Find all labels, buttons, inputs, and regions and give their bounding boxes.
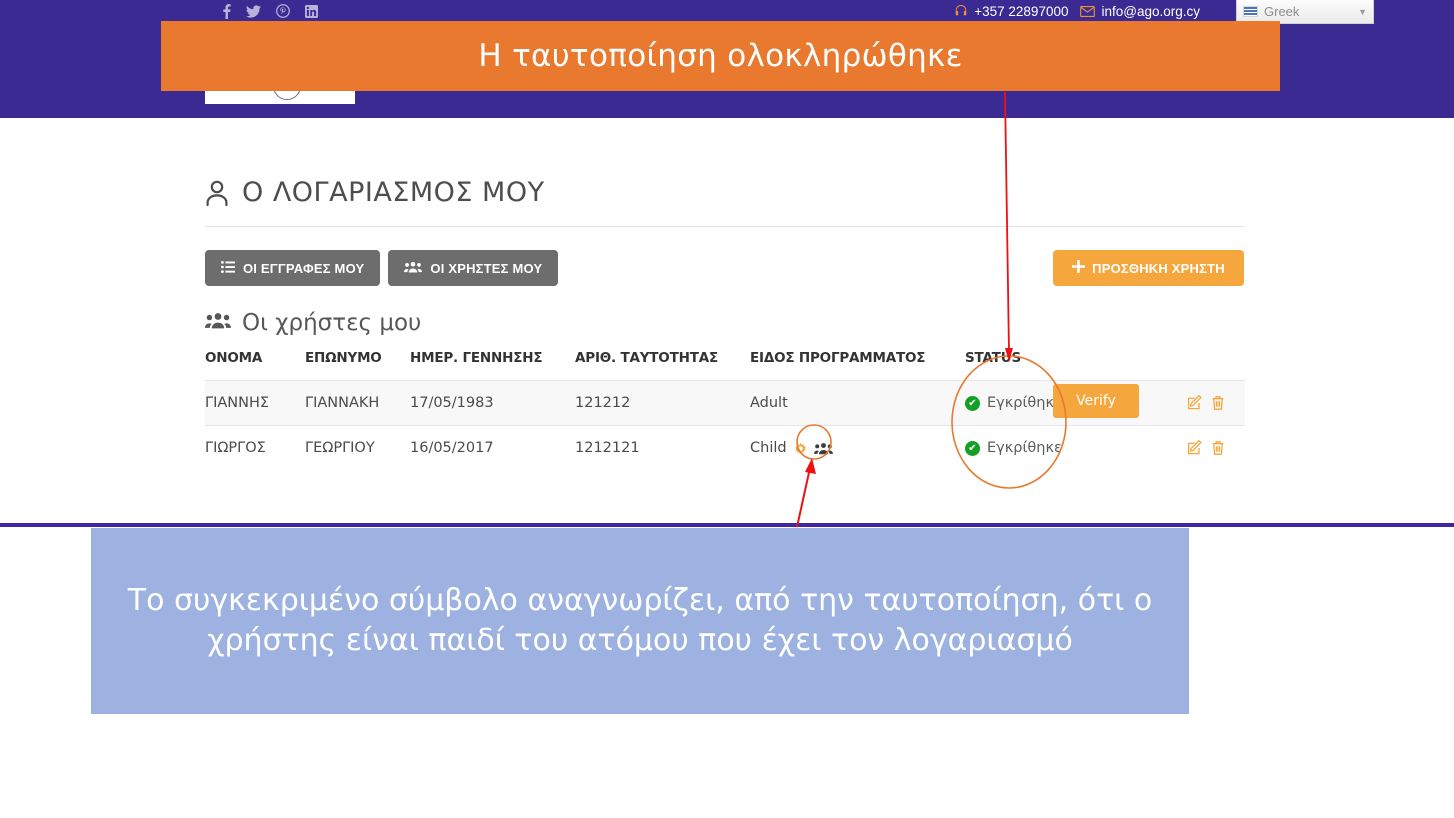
column-header-dob: ΗΜΕΡ. ΓΕΝΝΗΣΗΣ — [410, 350, 575, 381]
tab-my-registrations[interactable]: ΟΙ ΕΓΓΡΑΦΕΣ ΜΟΥ — [205, 250, 380, 286]
cell-program-label: Adult — [750, 395, 788, 411]
table-header-row: ΟΝΟΜΑ ΕΠΩΝΥΜΟ ΗΜΕΡ. ΓΕΝΝΗΣΗΣ ΑΡΙΘ. ΤΑΥΤΟ… — [205, 350, 1245, 381]
family-users-icon[interactable] — [814, 442, 833, 455]
users-icon — [205, 312, 231, 334]
cell-program: Adult — [750, 381, 965, 426]
verification-complete-text: Η ταυτοποίηση ολοκληρώθηκε — [478, 38, 962, 74]
column-header-surname: ΕΠΩΝΥΜΟ — [305, 350, 410, 381]
cell-program: Child — [750, 426, 965, 471]
column-header-program: ΕΙΔΟΣ ΠΡΟΓΡΑΜΜΑΤΟΣ — [750, 350, 965, 381]
page-title-text: Ο ΛΟΓΑΡΙΑΣΜΟΣ ΜΟΥ — [242, 177, 545, 208]
email-contact[interactable]: info@ago.org.cy — [1080, 4, 1200, 19]
language-label: Greek — [1264, 4, 1299, 19]
page-title: Ο ΛΟΓΑΡΙΑΣΜΟΣ ΜΟΥ — [205, 177, 545, 208]
chevron-down-icon: ▼ — [1358, 7, 1367, 17]
plus-icon — [1072, 260, 1085, 276]
cell-surname: ΓΙΑΝΝΑΚΗ — [305, 381, 410, 426]
cell-surname: ΓΕΩΡΓΙΟΥ — [305, 426, 410, 471]
green-check-icon: ✔ — [965, 396, 980, 411]
list-icon — [221, 261, 235, 276]
cell-program-label: Child — [750, 440, 787, 456]
column-header-id: ΑΡΙΘ. ΤΑΥΤΟΤΗΤΑΣ — [575, 350, 750, 381]
twitter-icon[interactable] — [246, 5, 261, 18]
verification-complete-banner: Η ταυτοποίηση ολοκληρώθηκε — [161, 21, 1280, 91]
cell-status-label: Εγκρίθηκε — [987, 440, 1062, 456]
pinterest-icon[interactable] — [276, 4, 290, 18]
phone-contact[interactable]: +357 22897000 — [954, 4, 1068, 19]
cell-dob: 16/05/2017 — [410, 426, 575, 471]
email-address: info@ago.org.cy — [1101, 4, 1200, 19]
headset-icon — [954, 4, 968, 18]
annotation-note: Το συγκεκριμένο σύμβολο αναγνωρίζει, από… — [91, 528, 1189, 714]
trash-icon[interactable] — [1211, 395, 1225, 411]
add-user-button[interactable]: ΠΡΟΣΘΗΚΗ ΧΡΗΣΤΗ — [1053, 250, 1244, 286]
cell-dob: 17/05/1983 — [410, 381, 575, 426]
trash-icon[interactable] — [1211, 440, 1225, 456]
add-user-button-label: ΠΡΟΣΘΗΚΗ ΧΡΗΣΤΗ — [1092, 261, 1225, 276]
cell-name: ΓΙΑΝΝΗΣ — [205, 381, 305, 426]
column-header-name: ΟΝΟΜΑ — [205, 350, 305, 381]
annotation-note-text: Το συγκεκριμένο σύμβολο αναγνωρίζει, από… — [127, 581, 1153, 661]
social-links — [222, 2, 318, 20]
gear-icon[interactable] — [793, 441, 808, 456]
edit-icon[interactable] — [1187, 440, 1203, 456]
tab-my-users-label: ΟΙ ΧΡΗΣΤΕΣ ΜΟΥ — [430, 261, 542, 276]
cell-status: ✔ Εγκρίθηκε — [965, 426, 1115, 471]
cell-actions — [1115, 426, 1245, 471]
cell-id: 121212 — [575, 381, 750, 426]
linkedin-icon[interactable] — [305, 5, 318, 18]
section-heading-text: Οι χρήστες μου — [242, 310, 421, 336]
column-header-status: STATUS — [965, 350, 1115, 381]
section-heading: Οι χρήστες μου — [205, 310, 421, 336]
column-header-actions — [1115, 350, 1245, 381]
contact-info: +357 22897000 info@ago.org.cy — [954, 2, 1200, 20]
phone-number: +357 22897000 — [974, 4, 1068, 19]
user-icon — [205, 178, 229, 208]
edit-icon[interactable] — [1187, 395, 1203, 411]
table-row: ΓΙΩΡΓΟΣ ΓΕΩΡΓΙΟΥ 16/05/2017 1212121 Chil… — [205, 426, 1245, 471]
cell-id: 1212121 — [575, 426, 750, 471]
green-check-icon: ✔ — [965, 441, 980, 456]
cell-name: ΓΙΩΡΓΟΣ — [205, 426, 305, 471]
facebook-icon[interactable] — [222, 4, 231, 19]
users-icon — [404, 261, 422, 276]
section-divider — [0, 523, 1454, 527]
title-divider — [205, 226, 1245, 227]
verify-button[interactable]: Verify — [1053, 384, 1139, 418]
tab-my-registrations-label: ΟΙ ΕΓΓΡΑΦΕΣ ΜΟΥ — [243, 261, 364, 276]
greek-flag-icon — [1243, 6, 1258, 17]
envelope-icon — [1080, 6, 1095, 17]
cell-status-label: Εγκρίθηκε — [987, 395, 1062, 411]
tab-my-users[interactable]: ΟΙ ΧΡΗΣΤΕΣ ΜΟΥ — [388, 250, 558, 286]
account-tabs: ΟΙ ΕΓΓΡΑΦΕΣ ΜΟΥ ΟΙ ΧΡΗΣΤΕΣ ΜΟΥ — [205, 250, 558, 286]
